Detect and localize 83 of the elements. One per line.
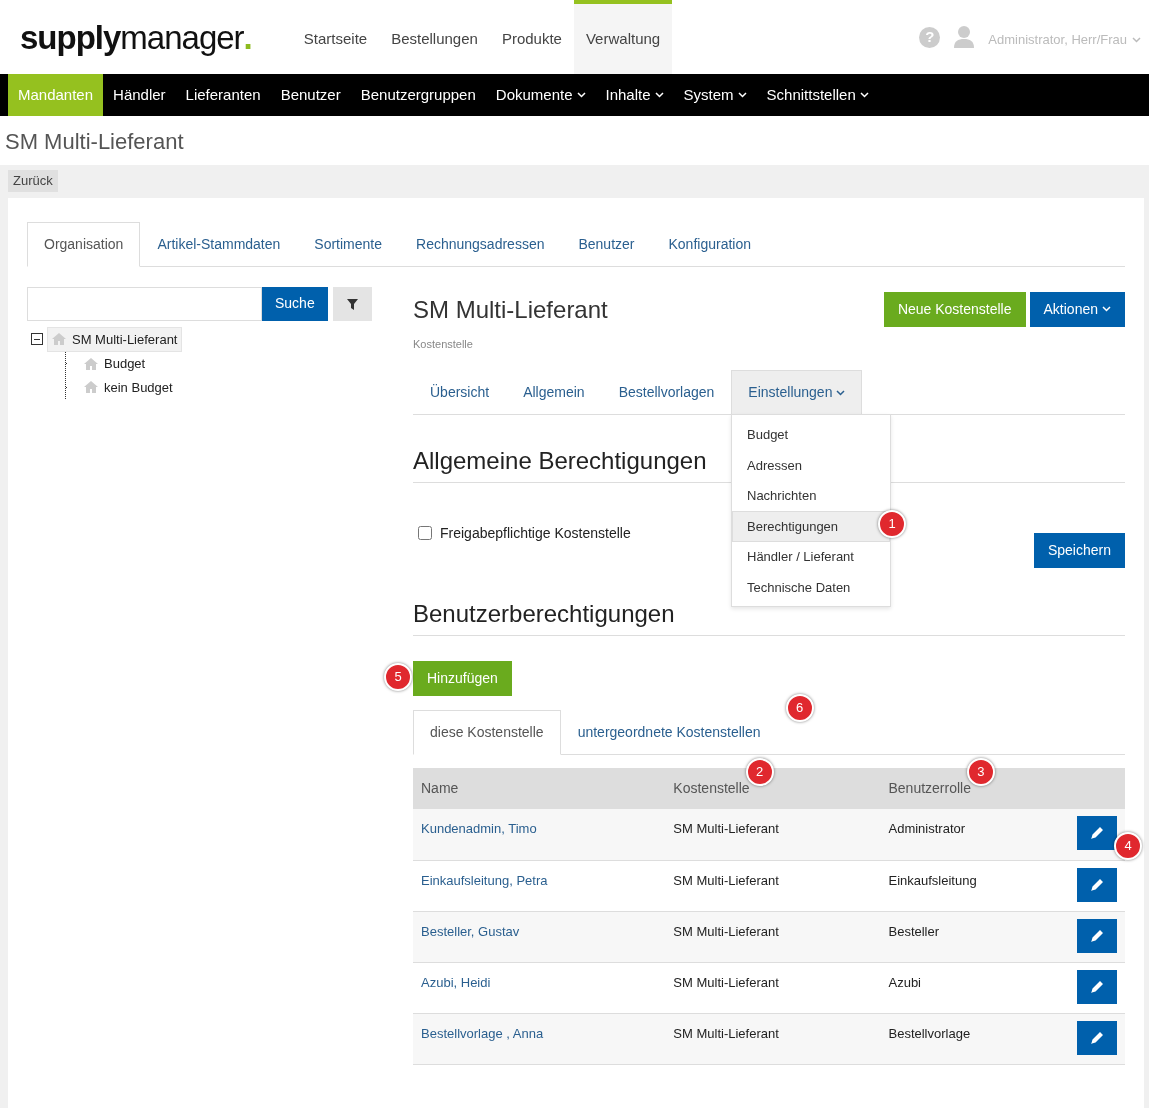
- page-title: SM Multi-Lieferant: [5, 129, 184, 154]
- checkbox-label: Freigabepflichtige Kostenstelle: [440, 523, 631, 543]
- back-button[interactable]: Zurück: [8, 170, 58, 192]
- table-cell: SM Multi-Lieferant: [665, 911, 881, 962]
- section-heading: Benutzerberechtigungen: [413, 596, 1125, 636]
- nav-link[interactable]: Bestellungen: [379, 0, 490, 74]
- caret-icon: [1102, 306, 1111, 312]
- edit-button[interactable]: [1077, 816, 1117, 850]
- callout-marker: 2: [745, 758, 774, 786]
- pencil-icon: [1091, 980, 1103, 993]
- house-icon: [84, 357, 98, 370]
- menu-item[interactable]: Dokumente: [485, 74, 596, 116]
- pencil-icon: [1091, 878, 1103, 891]
- filter-button[interactable]: [332, 286, 372, 321]
- menu-item[interactable]: Budget: [732, 419, 890, 451]
- checkbox[interactable]: [418, 526, 432, 540]
- tree-item[interactable]: SM Multi-Lieferant: [47, 326, 183, 352]
- table-cell: SM Multi-Lieferant: [665, 860, 881, 911]
- callout-marker: 3: [967, 758, 995, 786]
- user-link[interactable]: Bestellvorlage , Anna: [421, 1025, 544, 1041]
- tab[interactable]: Allgemein: [506, 370, 602, 415]
- user-link[interactable]: Einkaufsleitung, Petra: [421, 872, 548, 888]
- table-cell: SM Multi-Lieferant: [665, 809, 881, 860]
- callout-marker: 1: [878, 510, 906, 538]
- filter-icon: [346, 298, 358, 310]
- user-icon: [954, 26, 975, 48]
- tab[interactable]: Organisation: [27, 221, 141, 267]
- menu-item[interactable]: Adressen: [732, 449, 890, 481]
- table-cell: SM Multi-Lieferant: [665, 1013, 881, 1064]
- menu-item[interactable]: Inhalte: [595, 74, 674, 116]
- tab[interactable]: Artikel-Stammdaten: [140, 221, 298, 267]
- tab[interactable]: Bestellvorlagen: [601, 370, 732, 415]
- edit-button[interactable]: [1077, 867, 1117, 902]
- user-link[interactable]: Azubi, Heidi: [421, 974, 491, 990]
- table-cell: Besteller: [880, 911, 1065, 962]
- house-icon: [84, 381, 98, 394]
- menu-item[interactable]: Händler: [103, 74, 176, 116]
- caret-icon: [1132, 37, 1141, 43]
- table-cell: Einkaufsleitung: [880, 860, 1065, 911]
- menu-item[interactable]: Berechtigungen: [732, 510, 890, 542]
- tab[interactable]: Übersicht: [413, 370, 507, 415]
- edit-button[interactable]: [1077, 1020, 1117, 1055]
- callout-marker: 5: [384, 663, 412, 691]
- save-button[interactable]: Speichern: [1033, 533, 1125, 568]
- actions-button[interactable]: Aktionen: [1029, 291, 1125, 327]
- callout-marker: 4: [1114, 832, 1142, 860]
- user-link[interactable]: Besteller, Gustav: [421, 923, 520, 939]
- house-icon: [52, 333, 66, 346]
- table-cell: SM Multi-Lieferant: [665, 962, 881, 1013]
- user-link[interactable]: Kundenadmin, Timo: [421, 821, 537, 836]
- column-header: Name: [421, 780, 459, 796]
- nav-link[interactable]: Startseite: [291, 0, 380, 74]
- table-cell: Azubi: [880, 962, 1065, 1013]
- collapse-toggle[interactable]: [31, 333, 43, 346]
- detail-title: SM Multi-Lieferant: [413, 294, 608, 325]
- tab[interactable]: untergeordnete Kostenstellen: [560, 710, 778, 755]
- nav-link[interactable]: Produkte: [489, 0, 574, 74]
- tab[interactable]: Rechnungsadressen: [399, 221, 562, 267]
- callout-marker: 6: [785, 694, 814, 722]
- pencil-icon: [1091, 1031, 1103, 1044]
- tab[interactable]: Benutzer: [561, 221, 652, 267]
- search-field[interactable]: [27, 286, 262, 321]
- menu-item[interactable]: Benutzergruppen: [350, 74, 486, 116]
- tab[interactable]: Sortimente: [297, 221, 400, 267]
- logo: supplymanager.: [20, 20, 252, 54]
- pencil-icon: [1091, 929, 1103, 942]
- menu-item[interactable]: Schnittstellen: [756, 74, 879, 116]
- tab[interactable]: diese Kostenstelle: [413, 710, 561, 755]
- table-cell: Bestellvorlage: [880, 1013, 1065, 1064]
- detail-subtitle: Kostenstelle: [413, 336, 474, 352]
- edit-button[interactable]: [1077, 969, 1117, 1004]
- menu-item[interactable]: Benutzer: [270, 74, 351, 116]
- menu-item[interactable]: System: [673, 74, 757, 116]
- pencil-icon: [1091, 827, 1103, 839]
- tab[interactable]: Konfiguration: [651, 221, 768, 267]
- edit-button[interactable]: [1077, 918, 1117, 953]
- menu-item[interactable]: Nachrichten: [732, 480, 890, 512]
- menu-item[interactable]: Händler / Lieferant: [732, 541, 890, 573]
- tab[interactable]: Einstellungen: [731, 370, 863, 415]
- table-cell: Administrator: [880, 809, 1065, 860]
- menu-item[interactable]: Lieferanten: [175, 74, 271, 116]
- search-button[interactable]: Suche: [262, 286, 328, 321]
- nav-link[interactable]: Verwaltung: [573, 0, 673, 74]
